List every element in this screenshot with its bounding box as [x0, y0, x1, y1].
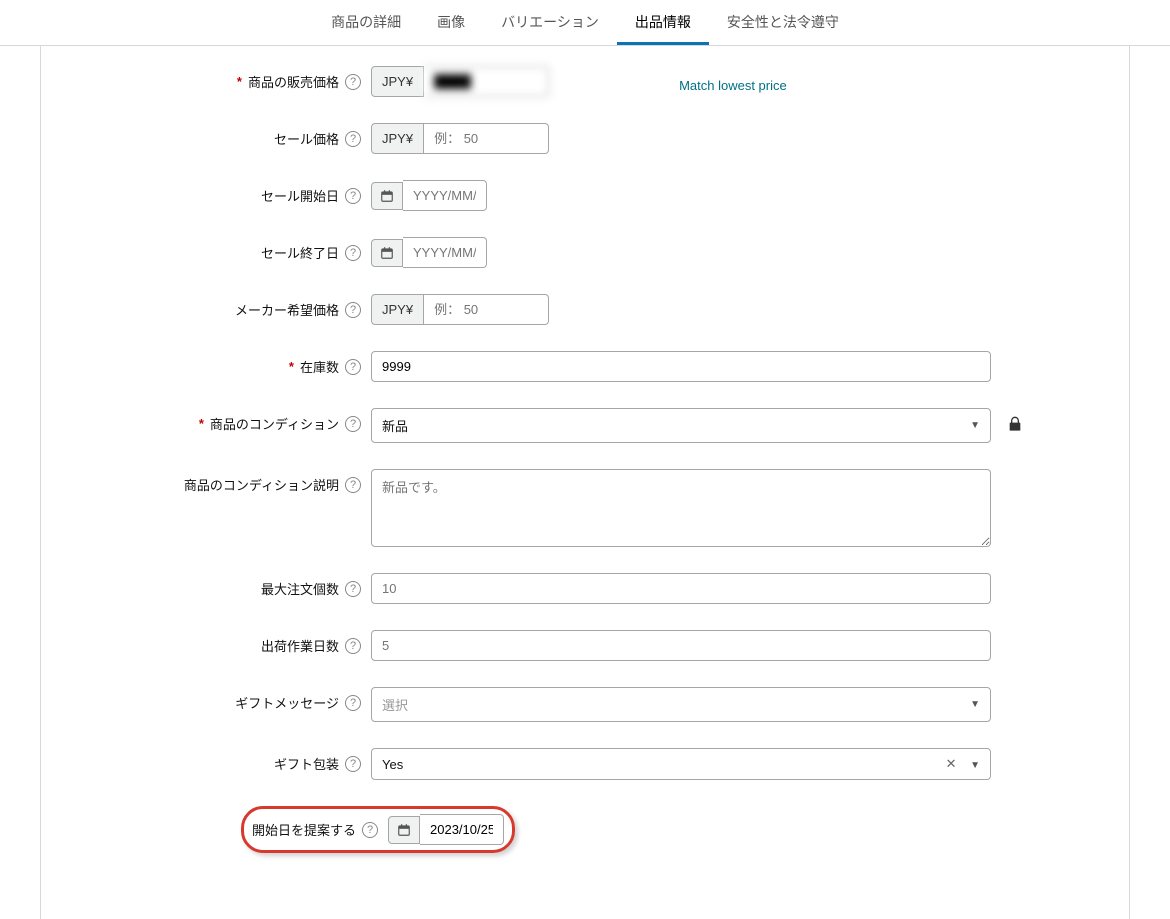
label-condition: 商品のコンディション	[210, 414, 339, 433]
tab-offer[interactable]: 出品情報	[617, 0, 709, 45]
help-icon[interactable]: ?	[345, 581, 361, 597]
price-input[interactable]	[424, 66, 549, 97]
label-sale-start: セール開始日	[261, 186, 339, 205]
label-sale-end: セール終了日	[261, 243, 339, 262]
currency-prefix: JPY¥	[371, 123, 424, 154]
clear-icon[interactable]: ✕	[946, 756, 957, 771]
help-icon[interactable]: ?	[345, 74, 361, 90]
label-max-order: 最大注文個数	[261, 579, 339, 598]
sale-start-input[interactable]	[403, 180, 487, 211]
label-condition-note: 商品のコンディション説明	[184, 475, 339, 494]
currency-prefix: JPY¥	[371, 66, 424, 97]
lock-icon	[1007, 415, 1023, 436]
tab-images[interactable]: 画像	[419, 0, 483, 45]
gift-wrap-select[interactable]: Yes ✕ ▼	[371, 748, 991, 780]
gift-message-select[interactable]: 選択 ▼	[371, 687, 991, 722]
label-propose-start: 開始日を提案する	[252, 820, 356, 839]
handling-days-input[interactable]	[371, 630, 991, 661]
msrp-input[interactable]	[424, 294, 549, 325]
calendar-icon[interactable]	[371, 182, 403, 210]
sale-end-input[interactable]	[403, 237, 487, 268]
help-icon[interactable]: ?	[345, 477, 361, 493]
label-sale-price: セール価格	[274, 129, 339, 148]
label-price: 商品の販売価格	[248, 72, 339, 91]
match-lowest-link[interactable]: Match lowest price	[679, 70, 787, 93]
label-gift-message: ギフトメッセージ	[235, 693, 339, 712]
max-order-input[interactable]	[371, 573, 991, 604]
label-handling-days: 出荷作業日数	[261, 636, 339, 655]
help-icon[interactable]: ?	[345, 188, 361, 204]
help-icon[interactable]: ?	[362, 822, 378, 838]
help-icon[interactable]: ?	[345, 695, 361, 711]
required-mark: *	[289, 359, 294, 374]
tab-safety[interactable]: 安全性と法令遵守	[709, 0, 857, 45]
chevron-down-icon: ▼	[970, 760, 980, 771]
condition-note-input[interactable]	[371, 469, 991, 547]
condition-select[interactable]: 新品 ▼	[371, 408, 991, 443]
tab-bar: 商品の詳細 画像 バリエーション 出品情報 安全性と法令遵守	[0, 0, 1170, 46]
help-icon[interactable]: ?	[345, 131, 361, 147]
stock-input[interactable]	[371, 351, 991, 382]
help-icon[interactable]: ?	[345, 416, 361, 432]
currency-prefix: JPY¥	[371, 294, 424, 325]
sale-price-input[interactable]	[424, 123, 549, 154]
help-icon[interactable]: ?	[345, 302, 361, 318]
calendar-icon[interactable]	[388, 816, 420, 844]
required-mark: *	[237, 74, 242, 89]
propose-start-highlight: 開始日を提案する ?	[241, 806, 515, 853]
chevron-down-icon: ▼	[970, 699, 980, 710]
gift-message-placeholder: 選択	[382, 695, 408, 714]
condition-value: 新品	[382, 416, 408, 435]
help-icon[interactable]: ?	[345, 756, 361, 772]
required-mark: *	[199, 416, 204, 431]
help-icon[interactable]: ?	[345, 638, 361, 654]
help-icon[interactable]: ?	[345, 359, 361, 375]
calendar-icon[interactable]	[371, 239, 403, 267]
help-icon[interactable]: ?	[345, 245, 361, 261]
label-stock: 在庫数	[300, 357, 339, 376]
chevron-down-icon: ▼	[970, 420, 980, 431]
label-msrp: メーカー希望価格	[235, 300, 339, 319]
tab-details[interactable]: 商品の詳細	[313, 0, 419, 45]
form-panel: * 商品の販売価格 ? JPY¥ Match lowest price セール価…	[40, 46, 1130, 919]
tab-variations[interactable]: バリエーション	[483, 0, 617, 45]
propose-start-input[interactable]	[420, 814, 504, 845]
label-gift-wrap: ギフト包装	[274, 754, 339, 773]
gift-wrap-value: Yes	[382, 757, 403, 772]
